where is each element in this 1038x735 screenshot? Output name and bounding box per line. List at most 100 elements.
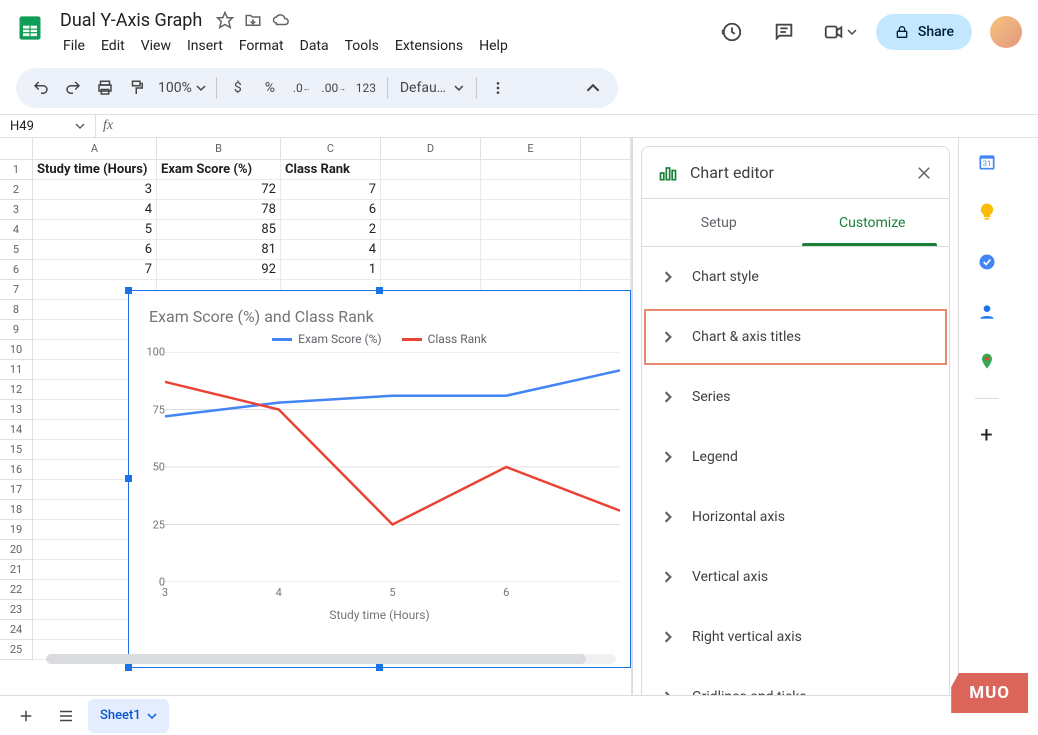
calendar-addon-icon[interactable]: 31: [973, 148, 1001, 176]
increase-decimal-button[interactable]: .00→: [319, 73, 349, 103]
horizontal-scrollbar[interactable]: [46, 651, 616, 667]
paint-format-button[interactable]: [122, 73, 152, 103]
cell[interactable]: [381, 180, 481, 200]
cell[interactable]: [381, 240, 481, 260]
col-header-E[interactable]: E: [481, 138, 581, 159]
editor-section[interactable]: Vertical axis: [642, 547, 949, 607]
row-header[interactable]: 19: [0, 520, 33, 540]
percent-button[interactable]: %: [255, 73, 285, 103]
collapse-toolbar-button[interactable]: [578, 73, 608, 103]
cell[interactable]: [481, 180, 581, 200]
cell[interactable]: [481, 240, 581, 260]
row-header[interactable]: 24: [0, 620, 33, 640]
editor-section[interactable]: Horizontal axis: [642, 487, 949, 547]
row-header[interactable]: 4: [0, 220, 33, 240]
row-header[interactable]: 23: [0, 600, 33, 620]
cell[interactable]: [481, 160, 581, 180]
row-header[interactable]: 10: [0, 340, 33, 360]
cell[interactable]: [581, 260, 631, 280]
close-sidebar-button[interactable]: [915, 164, 933, 182]
cell[interactable]: [581, 160, 631, 180]
row-header[interactable]: 17: [0, 480, 33, 500]
col-header-C[interactable]: C: [281, 138, 381, 159]
tasks-addon-icon[interactable]: [973, 248, 1001, 276]
resize-handle[interactable]: [125, 287, 132, 294]
editor-section[interactable]: Right vertical axis: [642, 607, 949, 667]
menu-file[interactable]: File: [56, 34, 92, 58]
menu-extensions[interactable]: Extensions: [388, 34, 470, 58]
tab-customize[interactable]: Customize: [796, 199, 950, 246]
row-header[interactable]: 7: [0, 280, 33, 300]
cell[interactable]: Study time (Hours): [33, 160, 157, 180]
row-header[interactable]: 1: [0, 160, 33, 180]
name-box[interactable]: H49: [0, 115, 96, 137]
cell[interactable]: 2: [281, 220, 381, 240]
cell[interactable]: Exam Score (%): [157, 160, 281, 180]
cell[interactable]: [381, 220, 481, 240]
star-icon[interactable]: [216, 11, 234, 29]
menu-edit[interactable]: Edit: [94, 34, 132, 58]
menu-view[interactable]: View: [134, 34, 178, 58]
cloud-status-icon[interactable]: [272, 11, 290, 29]
history-icon[interactable]: [712, 12, 752, 52]
cell[interactable]: 4: [33, 200, 157, 220]
row-header[interactable]: 5: [0, 240, 33, 260]
cell[interactable]: 81: [157, 240, 281, 260]
select-all-corner[interactable]: [0, 138, 33, 159]
cell[interactable]: [381, 200, 481, 220]
cell[interactable]: 92: [157, 260, 281, 280]
cell[interactable]: 7: [33, 260, 157, 280]
row-header[interactable]: 13: [0, 400, 33, 420]
cell[interactable]: [581, 200, 631, 220]
cell[interactable]: [581, 180, 631, 200]
cell[interactable]: 6: [281, 200, 381, 220]
zoom-select[interactable]: 100%: [154, 80, 210, 96]
cell[interactable]: [481, 220, 581, 240]
row-header[interactable]: 3: [0, 200, 33, 220]
currency-button[interactable]: $: [223, 73, 253, 103]
row-header[interactable]: 11: [0, 360, 33, 380]
cell[interactable]: Class Rank: [281, 160, 381, 180]
get-addons-button[interactable]: +: [973, 421, 1001, 449]
cell[interactable]: [481, 260, 581, 280]
row-header[interactable]: 15: [0, 440, 33, 460]
row-header[interactable]: 9: [0, 320, 33, 340]
cell[interactable]: [481, 200, 581, 220]
row-header[interactable]: 18: [0, 500, 33, 520]
row-header[interactable]: 16: [0, 460, 33, 480]
menu-format[interactable]: Format: [232, 34, 291, 58]
cell[interactable]: [381, 260, 481, 280]
undo-button[interactable]: [26, 73, 56, 103]
cell[interactable]: 4: [281, 240, 381, 260]
redo-button[interactable]: [58, 73, 88, 103]
maps-addon-icon[interactable]: [973, 348, 1001, 376]
sheets-logo[interactable]: [10, 8, 50, 48]
col-header-A[interactable]: A: [33, 138, 157, 159]
cell[interactable]: 78: [157, 200, 281, 220]
embedded-chart[interactable]: Exam Score (%) and Class Rank Exam Score…: [128, 290, 631, 668]
all-sheets-button[interactable]: [48, 698, 84, 734]
cell[interactable]: [381, 160, 481, 180]
row-header[interactable]: 20: [0, 540, 33, 560]
account-avatar[interactable]: [990, 16, 1022, 48]
font-select[interactable]: Defaul…: [394, 80, 470, 96]
editor-section[interactable]: Chart & axis titles: [642, 307, 949, 367]
row-header[interactable]: 8: [0, 300, 33, 320]
comments-icon[interactable]: [764, 12, 804, 52]
more-formats-button[interactable]: 123: [351, 73, 381, 103]
row-header[interactable]: 25: [0, 640, 33, 660]
tab-setup[interactable]: Setup: [642, 199, 796, 246]
cell[interactable]: 7: [281, 180, 381, 200]
cell[interactable]: 3: [33, 180, 157, 200]
col-header-B[interactable]: B: [157, 138, 281, 159]
row-header[interactable]: 22: [0, 580, 33, 600]
row-header[interactable]: 12: [0, 380, 33, 400]
share-button[interactable]: Share: [876, 14, 972, 50]
move-icon[interactable]: [244, 11, 262, 29]
meet-icon[interactable]: [816, 12, 864, 52]
cell[interactable]: 85: [157, 220, 281, 240]
col-header-F[interactable]: [581, 138, 631, 159]
row-header[interactable]: 14: [0, 420, 33, 440]
cell[interactable]: 72: [157, 180, 281, 200]
cell[interactable]: 1: [281, 260, 381, 280]
